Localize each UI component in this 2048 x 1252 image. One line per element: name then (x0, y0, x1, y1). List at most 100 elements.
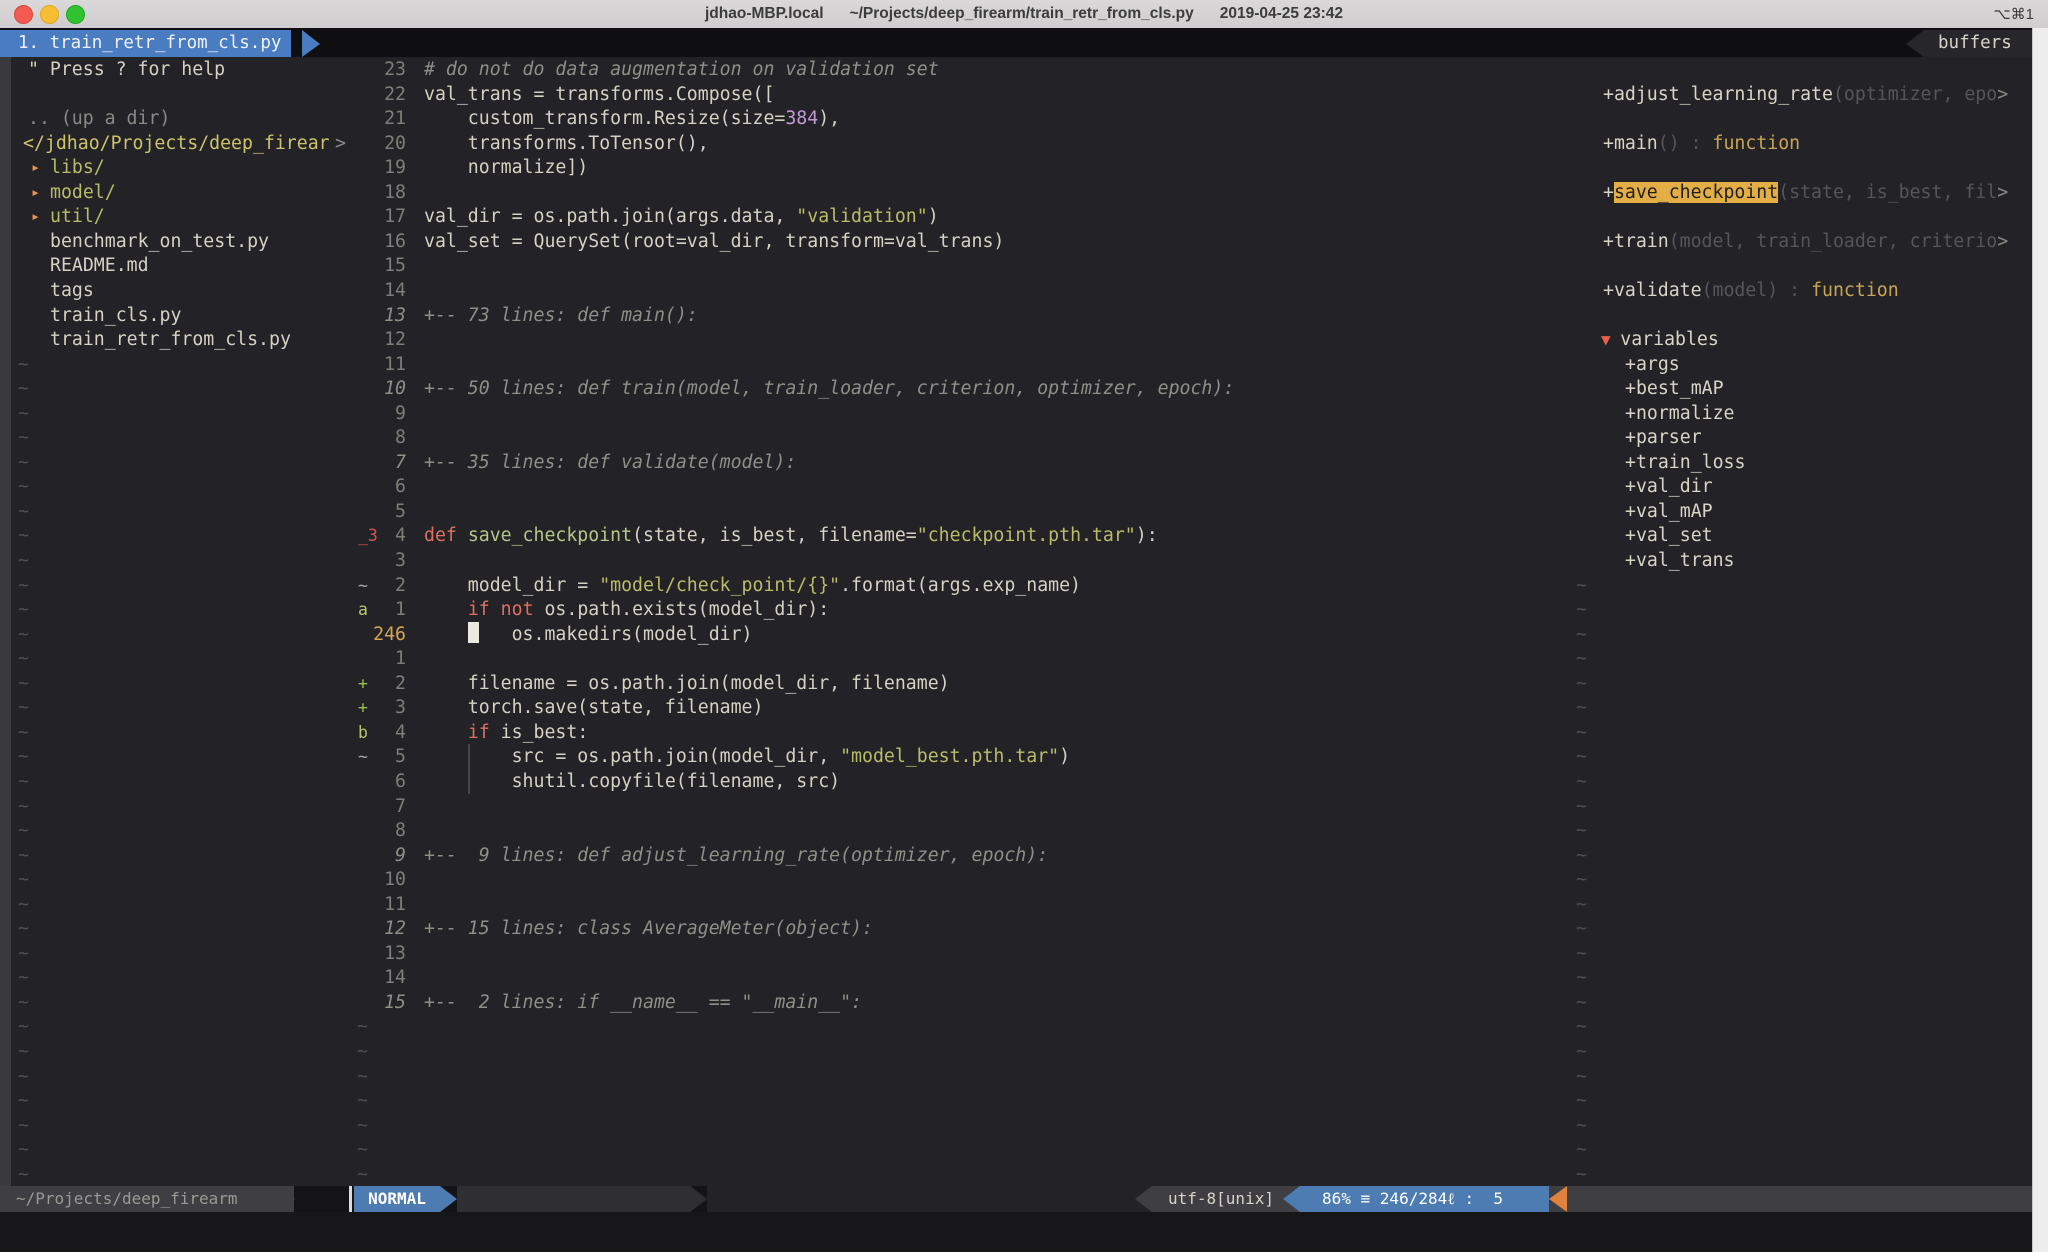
empty-line-tilde: ~ (1576, 769, 1587, 794)
editor-area: " Press ? for help.. (up a dir)</jdhao/P… (0, 57, 2048, 1186)
empty-line-tilde: ~ (1576, 843, 1587, 868)
tag-variable-val_mAP[interactable]: +val_mAP (1625, 499, 1713, 524)
code-line-4[interactable]: b4 if is_best: (0, 720, 1563, 745)
code-line-13[interactable]: 13 (0, 941, 1563, 966)
empty-line-tilde: ~ (357, 1137, 368, 1162)
buffers-arrow-separator (1906, 30, 1924, 57)
code-line-8[interactable]: 8 (0, 818, 1563, 843)
code-line-11[interactable]: 11 (0, 892, 1563, 917)
folded-region-line-12[interactable]: 12+-- 15 lines: class AverageMeter(objec… (0, 916, 1563, 941)
code-line-246[interactable]: 246 os.makedirs(model_dir) (0, 622, 1563, 647)
code-line-11[interactable]: 11 (0, 352, 1563, 377)
tag-variable-args[interactable]: +args (1625, 352, 1680, 377)
empty-line-tilde: ~ (1576, 990, 1587, 1015)
command-line (0, 1212, 2048, 1252)
code-line-3[interactable]: 3 (0, 548, 1563, 573)
code-line-22[interactable]: 22val_trans = transforms.Compose([ (0, 82, 1563, 107)
code-line-10[interactable]: 10 (0, 867, 1563, 892)
code-line-21[interactable]: 21 custom_transform.Resize(size=384), (0, 106, 1563, 131)
macos-titlebar: jdhao-MBP.local ~/Projects/deep_firearm/… (0, 0, 2048, 29)
tag-variable-parser[interactable]: +parser (1625, 425, 1702, 450)
tag-function-adjust_learning_rate[interactable]: +adjust_learning_rate(optimizer, epo> (1603, 82, 2008, 107)
code-line-23[interactable]: 23# do not do data augmentation on valid… (0, 57, 1563, 82)
code-line-17[interactable]: 17val_dir = os.path.join(args.data, "val… (0, 204, 1563, 229)
mode-indicator: NORMAL (354, 1186, 440, 1212)
code-line-3[interactable]: +3 torch.save(state, filename) (0, 695, 1563, 720)
code-line-12[interactable]: 12 (0, 327, 1563, 352)
tag-variable-best_mAP[interactable]: +best_mAP (1625, 376, 1724, 401)
empty-line-tilde: ~ (1576, 1014, 1587, 1039)
folded-region-line-15[interactable]: 15+-- 2 lines: if __name__ == "__main__"… (0, 990, 1563, 1015)
code-line-4[interactable]: _34def save_checkpoint(state, is_best, f… (0, 523, 1563, 548)
empty-line-tilde: ~ (18, 1162, 29, 1187)
code-line-14[interactable]: 14 (0, 965, 1563, 990)
code-line-5[interactable]: 5 (0, 499, 1563, 524)
empty-line-tilde: ~ (357, 1039, 368, 1064)
empty-line-tilde: ~ (1576, 892, 1587, 917)
indent-guide (468, 769, 470, 794)
tag-variable-val_trans[interactable]: +val_trans (1625, 548, 1735, 573)
empty-line-tilde: ~ (357, 1113, 368, 1138)
window-title: jdhao-MBP.local ~/Projects/deep_firearm/… (0, 0, 2048, 28)
empty-line-tilde: ~ (1576, 744, 1587, 769)
indent-guide (468, 744, 470, 769)
folded-region-line-13[interactable]: 13+-- 73 lines: def main(): (0, 303, 1563, 328)
git-segment: +8 ~3 -3 ⎇ master⚡ (457, 1186, 690, 1212)
empty-line-tilde: ~ (18, 1137, 29, 1162)
tag-variable-train_loss[interactable]: +train_loss (1625, 450, 1745, 475)
empty-line-tilde: ~ (1576, 941, 1587, 966)
code-line-1[interactable]: 1 (0, 646, 1563, 671)
empty-line-tilde: ~ (1576, 1137, 1587, 1162)
tag-variable-val_set[interactable]: +val_set (1625, 523, 1713, 548)
tag-variable-val_dir[interactable]: +val_dir (1625, 474, 1713, 499)
empty-line-tilde: ~ (1576, 695, 1587, 720)
code-line-14[interactable]: 14 (0, 278, 1563, 303)
tag-function-main[interactable]: +main() : function (1603, 131, 1800, 156)
tag-function-train[interactable]: +train(model, train_loader, criterio> (1603, 229, 2008, 254)
code-line-5[interactable]: ~5 src = os.path.join(model_dir, "model_… (0, 744, 1563, 769)
code-line-19[interactable]: 19 normalize]) (0, 155, 1563, 180)
vim-tabline: 1. train_retr_from_cls.py buffers (0, 28, 2048, 57)
empty-line-tilde: ~ (1576, 573, 1587, 598)
code-line-2[interactable]: +2 filename = os.path.join(model_dir, fi… (0, 671, 1563, 696)
macos-scrollbar[interactable] (2032, 28, 2048, 1252)
tab-train-retr-from-cls[interactable]: 1. train_retr_from_cls.py (0, 30, 291, 57)
code-line-8[interactable]: 8 (0, 425, 1563, 450)
code-line-6[interactable]: 6 shutil.copyfile(filename, src) (0, 769, 1563, 794)
empty-line-tilde: ~ (18, 1088, 29, 1113)
terminal-window: jdhao-MBP.local ~/Projects/deep_firearm/… (0, 0, 2048, 1252)
title-path: ~/Projects/deep_firearm/train_retr_from_… (850, 5, 1194, 23)
powerline-arrow (278, 1186, 295, 1212)
empty-line-tilde: ~ (1576, 720, 1587, 745)
empty-line-tilde: ~ (1576, 597, 1587, 622)
code-line-2[interactable]: ~2 model_dir = "model/check_point/{}".fo… (0, 573, 1563, 598)
code-line-20[interactable]: 20 transforms.ToTensor(), (0, 131, 1563, 156)
empty-line-tilde: ~ (1576, 794, 1587, 819)
tagbar-statusline: [Name] train_retr_from_cls.py (1549, 1186, 2032, 1212)
empty-line-tilde: ~ (357, 1162, 368, 1187)
tag-variable-normalize[interactable]: +normalize (1625, 401, 1735, 426)
statusline-window-separator (349, 1186, 352, 1212)
empty-line-tilde: ~ (1576, 1039, 1587, 1064)
code-line-1[interactable]: a1 if not os.path.exists(model_dir): (0, 597, 1563, 622)
code-line-18[interactable]: 18 (0, 180, 1563, 205)
tagbar-section-variables[interactable]: ▼ variables (1601, 327, 2048, 352)
empty-line-tilde: ~ (357, 1064, 368, 1089)
code-line-15[interactable]: 15 (0, 253, 1563, 278)
tag-function-validate[interactable]: +validate(model) : function (1603, 278, 1899, 303)
cursor (468, 622, 479, 643)
code-line-7[interactable]: 7 (0, 794, 1563, 819)
code-line-6[interactable]: 6 (0, 474, 1563, 499)
tag-function-save_checkpoint[interactable]: +save_checkpoint(state, is_best, fil> (1603, 180, 2008, 205)
folded-region-line-7[interactable]: 7+-- 35 lines: def validate(model): (0, 450, 1563, 475)
buffers-label[interactable]: buffers (1924, 30, 2046, 57)
empty-line-tilde: ~ (1576, 671, 1587, 696)
empty-line-tilde: ~ (1576, 818, 1587, 843)
folded-region-line-9[interactable]: 9+-- 9 lines: def adjust_learning_rate(o… (0, 843, 1563, 868)
code-line-16[interactable]: 16val_set = QuerySet(root=val_dir, trans… (0, 229, 1563, 254)
code-line-9[interactable]: 9 (0, 401, 1563, 426)
cursor-position-indicator: 86% ≡ 246/284ℓ : 5 (1300, 1186, 1571, 1212)
folded-region-line-10[interactable]: 10+-- 50 lines: def train(model, train_l… (0, 376, 1563, 401)
statusline: ~/Projects/deep_firearm NORMAL +8 ~3 -3 … (0, 1186, 2048, 1212)
empty-line-tilde: ~ (1576, 1113, 1587, 1138)
